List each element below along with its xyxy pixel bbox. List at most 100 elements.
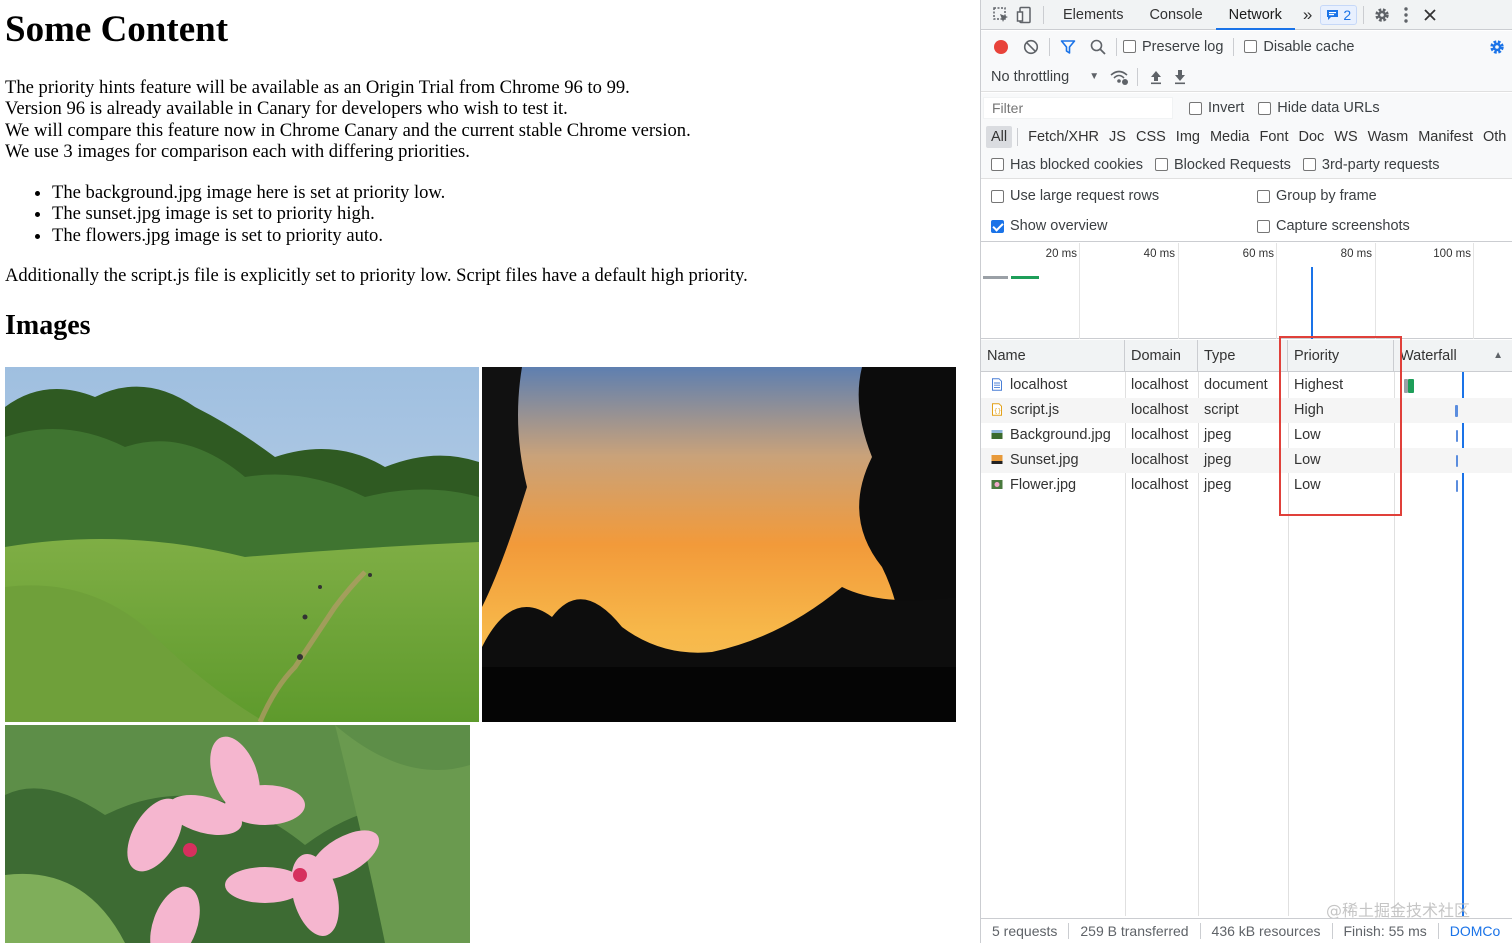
tab-console[interactable]: Console bbox=[1136, 0, 1215, 30]
overview-tick-label: 80 ms bbox=[1340, 248, 1372, 260]
type-filter-fetch-xhr[interactable]: Fetch/XHR bbox=[1023, 126, 1104, 148]
chevron-down-icon[interactable]: ▼ bbox=[1089, 71, 1099, 82]
sunset-image bbox=[482, 367, 956, 722]
overview-tick-label: 60 ms bbox=[1242, 248, 1274, 260]
divider bbox=[1017, 128, 1019, 146]
request-priority: Highest bbox=[1294, 377, 1344, 393]
inspect-element-icon[interactable] bbox=[989, 3, 1013, 27]
type-filter-doc[interactable]: Doc bbox=[1293, 126, 1329, 148]
network-conditions-wifi-icon[interactable] bbox=[1107, 65, 1131, 89]
type-filter-wasm[interactable]: Wasm bbox=[1363, 126, 1414, 148]
type-filter-all[interactable]: All bbox=[986, 126, 1013, 148]
request-name: localhost bbox=[1010, 377, 1068, 393]
type-filter-media[interactable]: Media bbox=[1205, 126, 1255, 148]
issues-badge[interactable]: 2 bbox=[1320, 4, 1358, 25]
list-item: The background.jpg image here is set at … bbox=[52, 182, 445, 203]
third-party-requests-checkbox[interactable]: 3rd-party requests bbox=[1302, 157, 1440, 173]
capture-screenshots-checkbox[interactable]: Capture screenshots bbox=[1257, 218, 1410, 234]
disable-cache-checkbox[interactable]: Disable cache bbox=[1244, 39, 1354, 55]
close-icon[interactable] bbox=[1418, 3, 1442, 27]
checkbox-box[interactable] bbox=[1257, 219, 1270, 233]
throttling-toolbar: No throttling ▼ bbox=[981, 62, 1512, 92]
waterfall-bar bbox=[1455, 405, 1458, 417]
has-blocked-cookies-checkbox[interactable]: Has blocked cookies bbox=[991, 157, 1143, 173]
request-type: jpeg bbox=[1204, 427, 1232, 443]
table-row[interactable]: localhost localhost document Highest bbox=[981, 373, 1512, 398]
type-filter-css[interactable]: CSS bbox=[1131, 126, 1171, 148]
checkbox-box[interactable] bbox=[1155, 158, 1168, 171]
search-icon[interactable] bbox=[1086, 35, 1110, 59]
checkbox-label: Capture screenshots bbox=[1276, 218, 1410, 234]
filter-funnel-icon[interactable] bbox=[1056, 35, 1080, 59]
checkbox-label: Hide data URLs bbox=[1277, 100, 1380, 116]
table-header: Name Domain Type Priority Waterfall ▲ bbox=[981, 340, 1512, 372]
checkbox-box[interactable] bbox=[1123, 40, 1136, 53]
device-toolbar-icon[interactable] bbox=[1013, 3, 1037, 27]
devtools-tabs-bar: Elements Console Network » 2 bbox=[981, 0, 1512, 30]
checkbox-box[interactable] bbox=[1189, 101, 1202, 115]
request-priority: Low bbox=[1294, 477, 1321, 493]
checkbox-box[interactable] bbox=[1244, 40, 1258, 53]
more-tabs-button[interactable]: » bbox=[1295, 0, 1320, 30]
tab-elements[interactable]: Elements bbox=[1050, 0, 1136, 30]
grid-line bbox=[1178, 243, 1179, 339]
grid-line bbox=[1473, 243, 1474, 339]
hide-data-urls-checkbox[interactable]: Hide data URLs bbox=[1258, 100, 1380, 116]
overview-request-bar bbox=[983, 276, 1008, 279]
type-filter-other[interactable]: Oth bbox=[1478, 126, 1511, 148]
import-har-upload-icon[interactable] bbox=[1144, 65, 1168, 89]
list-item: The flowers.jpg image is set to priority… bbox=[52, 225, 445, 246]
type-filter-ws[interactable]: WS bbox=[1329, 126, 1362, 148]
waterfall-label: Waterfall bbox=[1400, 348, 1457, 364]
large-request-rows-checkbox[interactable]: Use large request rows bbox=[991, 188, 1257, 204]
request-domain: localhost bbox=[1131, 452, 1189, 468]
request-type: jpeg bbox=[1204, 452, 1232, 468]
filter-input[interactable] bbox=[983, 97, 1173, 119]
kebab-menu-icon[interactable] bbox=[1394, 3, 1418, 27]
column-header-waterfall[interactable]: Waterfall ▲ bbox=[1394, 340, 1512, 372]
clear-icon[interactable] bbox=[1019, 35, 1043, 59]
column-header-domain[interactable]: Domain bbox=[1125, 340, 1198, 372]
column-header-priority[interactable]: Priority bbox=[1288, 340, 1394, 372]
grid-line bbox=[1079, 243, 1080, 339]
table-row[interactable]: Sunset.jpg localhost jpeg Low bbox=[981, 448, 1512, 473]
type-filter-js[interactable]: JS bbox=[1104, 126, 1131, 148]
throttling-select[interactable]: No throttling bbox=[991, 69, 1069, 85]
checkbox-label: Invert bbox=[1208, 100, 1245, 116]
message-icon bbox=[1327, 9, 1339, 20]
images-heading: Images bbox=[5, 310, 91, 341]
divider bbox=[1043, 5, 1044, 24]
checkbox-box[interactable] bbox=[991, 189, 1004, 203]
invert-checkbox[interactable]: Invert bbox=[1189, 100, 1244, 116]
divider bbox=[1233, 37, 1235, 56]
checkbox-box[interactable] bbox=[1302, 158, 1316, 171]
checkbox-box[interactable] bbox=[1257, 189, 1270, 203]
type-filter-img[interactable]: Img bbox=[1171, 126, 1205, 148]
checkbox-box[interactable] bbox=[991, 219, 1004, 233]
divider bbox=[1049, 37, 1050, 56]
export-har-download-icon[interactable] bbox=[1168, 65, 1192, 89]
group-by-frame-checkbox[interactable]: Group by frame bbox=[1257, 188, 1377, 204]
tab-network[interactable]: Network bbox=[1215, 0, 1295, 30]
record-icon[interactable] bbox=[989, 35, 1013, 59]
type-filter-font[interactable]: Font bbox=[1254, 126, 1293, 148]
waterfall-bar bbox=[1408, 379, 1414, 393]
column-header-name[interactable]: Name bbox=[981, 340, 1125, 372]
table-row[interactable]: Flower.jpg localhost jpeg Low bbox=[981, 473, 1512, 498]
network-overview-timeline[interactable]: 20 ms 40 ms 60 ms 80 ms 100 ms bbox=[981, 243, 1512, 339]
settings-gear-icon[interactable] bbox=[1370, 3, 1394, 27]
waterfall-bar bbox=[1456, 430, 1458, 442]
network-settings-gear-icon[interactable] bbox=[1485, 35, 1509, 59]
checkbox-box[interactable] bbox=[991, 158, 1004, 171]
page-heading: Some Content bbox=[5, 9, 229, 50]
waterfall-bar bbox=[1456, 455, 1458, 467]
type-filter-manifest[interactable]: Manifest bbox=[1413, 126, 1478, 148]
network-settings-row: Use large request rows Group by frame bbox=[981, 181, 1512, 211]
table-row[interactable]: {} script.js localhost script High bbox=[981, 398, 1512, 423]
checkbox-box[interactable] bbox=[1258, 101, 1272, 115]
table-row[interactable]: Background.jpg localhost jpeg Low bbox=[981, 423, 1512, 448]
preserve-log-checkbox[interactable]: Preserve log bbox=[1123, 39, 1223, 55]
show-overview-checkbox[interactable]: Show overview bbox=[991, 218, 1257, 234]
column-header-type[interactable]: Type bbox=[1198, 340, 1288, 372]
blocked-requests-checkbox[interactable]: Blocked Requests bbox=[1155, 157, 1291, 173]
